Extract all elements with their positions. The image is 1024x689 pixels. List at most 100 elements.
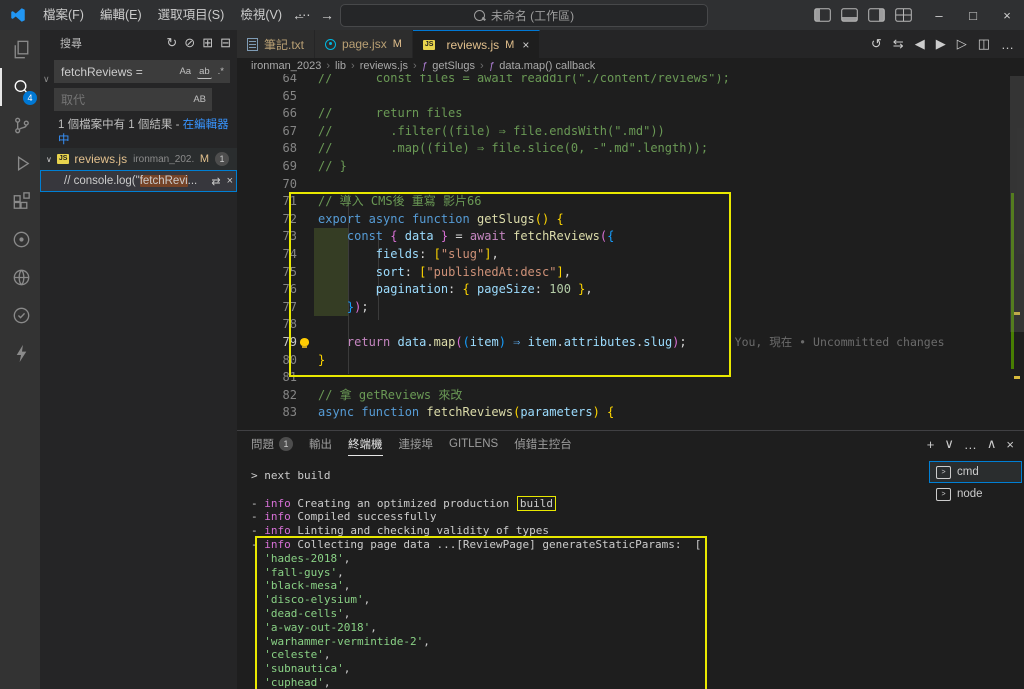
minimize-button[interactable]: – [922, 0, 956, 30]
code-line[interactable]: 76 pagination: { pageSize: 100 }, [237, 281, 1010, 299]
breadcrumb-item[interactable]: getSlugs [432, 60, 475, 72]
toggle-replace-icon[interactable]: ∨ [43, 74, 50, 85]
menu-item[interactable]: 檔案(F) [35, 0, 92, 30]
search-result-file-row[interactable]: ∨ JS reviews.js ironman_202... M 1 [40, 148, 237, 170]
panel-tab-GITLENS[interactable]: GITLENS [449, 432, 498, 456]
code-line[interactable]: 83 async function fetchReviews(parameters… [237, 404, 1010, 422]
history-navigation: ← → [292, 0, 334, 30]
circle-dot-icon[interactable] [0, 220, 40, 258]
menu-item[interactable]: 檢視(V) [232, 0, 290, 30]
panel-more-actions-icon[interactable]: … [964, 437, 977, 452]
globe-icon[interactable] [0, 258, 40, 296]
clear-results-icon[interactable]: ⊘ [184, 35, 195, 51]
back-icon[interactable]: ← [292, 7, 306, 23]
replace-input[interactable] [54, 88, 212, 111]
lightbulb-icon[interactable] [300, 337, 309, 349]
code-line[interactable]: 79 return data.map((item) ⇒ item.attribu… [237, 334, 1010, 352]
code-line[interactable]: 82// 拿 getReviews 來改 [237, 387, 1010, 405]
panel-tab-問題[interactable]: 問題 1 [251, 432, 293, 456]
source-control-icon[interactable] [0, 106, 40, 144]
code-line[interactable]: 72 export async function getSlugs() { [237, 211, 1010, 229]
code-line[interactable]: 64// const files = await readdir("./cont… [237, 74, 1010, 88]
panel-tab-連接埠[interactable]: 連接埠 [399, 432, 434, 456]
toggle-panel-icon[interactable] [841, 8, 858, 22]
breadcrumb-item[interactable]: data.map() callback [499, 60, 595, 72]
code-line[interactable]: 65 [237, 88, 1010, 106]
chevron-down-icon[interactable]: ∨ [46, 155, 52, 164]
new-terminal-icon[interactable]: + [927, 437, 935, 452]
lightning-icon[interactable] [0, 334, 40, 372]
code-line[interactable]: 71// 導入 CMS後 重寫 影片66 [237, 193, 1010, 211]
terminal-list-item-cmd[interactable]: > cmd [929, 461, 1022, 483]
split-editor-icon[interactable]: ◫ [978, 36, 990, 52]
next-change-icon[interactable]: ▶ [936, 36, 946, 52]
breadcrumb-item[interactable]: ironman_2023 [251, 60, 321, 72]
terminal-line: 'cuphead', [264, 675, 331, 689]
customize-layout-icon[interactable] [895, 8, 912, 22]
panel-tab-偵錯主控台[interactable]: 偵錯主控台 [514, 432, 572, 456]
close-button[interactable]: × [990, 0, 1024, 30]
code-line[interactable]: 75 sort: ["publishedAt:desc"], [237, 264, 1010, 282]
scrollbar-thumb[interactable] [1010, 76, 1024, 332]
bottom-panel: 問題 1 輸出 終端機 連接埠 GITLENS 偵錯主控台 + ∨ … ∧ × > next bui… [237, 430, 1024, 689]
code-line[interactable]: 74 fields: ["slug"], [237, 246, 1010, 264]
code-line[interactable]: 73 const { data } = await fetchReviews({ [237, 228, 1010, 246]
search-match-row[interactable]: // console.log(" fetchRevi... ⇄ × [40, 170, 237, 192]
breadcrumb-item[interactable]: reviews.js [360, 60, 408, 72]
menu-item[interactable]: 編輯(E) [92, 0, 150, 30]
close-icon[interactable]: × [522, 38, 529, 52]
refresh-icon[interactable]: ↻ [166, 35, 177, 51]
forward-icon[interactable]: → [320, 7, 334, 23]
terminal[interactable]: > next build - info Creating an optimize… [237, 457, 927, 689]
panel-header: 問題 1 輸出 終端機 連接埠 GITLENS 偵錯主控台 + ∨ … ∧ × [237, 431, 1024, 457]
panel-tab-終端機[interactable]: 終端機 [348, 432, 383, 456]
code-line[interactable]: 67// .filter((file) ⇒ file.endsWith(".md… [237, 123, 1010, 141]
tab-page.jsx[interactable]: page.jsx M [315, 30, 413, 58]
activity-bar: 4 [0, 30, 40, 689]
code-line[interactable]: 80} [237, 352, 1010, 370]
dismiss-match-icon[interactable]: × [227, 175, 233, 188]
regex-icon[interactable]: .* [216, 65, 226, 78]
close-panel-icon[interactable]: × [1006, 437, 1014, 452]
timeline-icon[interactable]: ↺ [871, 36, 882, 52]
collapse-results-icon[interactable]: ⊟ [220, 35, 231, 51]
search-activity-icon[interactable]: 4 [0, 68, 40, 106]
preserve-case-icon[interactable]: AB [191, 93, 208, 106]
check-circle-icon[interactable] [0, 296, 40, 334]
explorer-icon[interactable] [0, 30, 40, 68]
code-line[interactable]: 66// return files [237, 105, 1010, 123]
previous-change-icon[interactable]: ◀ [915, 36, 925, 52]
terminal-line: 'black-mesa', [264, 579, 351, 593]
maximize-button[interactable]: □ [956, 0, 990, 30]
open-search-editor-icon[interactable]: ⊞ [202, 35, 213, 51]
terminal-list-item-node[interactable]: > node [929, 483, 1022, 505]
code-line[interactable]: 70 [237, 176, 1010, 194]
compare-changes-icon[interactable]: ⇆ [893, 36, 904, 52]
whole-word-icon[interactable]: ab [197, 65, 212, 79]
extensions-icon[interactable] [0, 182, 40, 220]
tab-筆記.txt[interactable]: 筆記.txt [237, 30, 316, 58]
code-line[interactable]: 81 [237, 369, 1010, 387]
tab-reviews.js[interactable]: JS reviews.js M × [412, 30, 541, 58]
code-line[interactable]: 69// } [237, 158, 1010, 176]
more-actions-icon[interactable]: … [1001, 37, 1014, 52]
terminal-label: node [957, 488, 983, 500]
menu-item[interactable]: 選取項目(S) [150, 0, 233, 30]
code-line[interactable]: 68// .map((file) ⇒ file.slice(0, -".md".… [237, 140, 1010, 158]
maximize-panel-icon[interactable]: ∧ [987, 436, 997, 452]
panel-tab-輸出[interactable]: 輸出 [309, 432, 332, 456]
terminal-profile-dropdown-icon[interactable]: ∨ [944, 436, 954, 452]
breadcrumb-item[interactable]: lib [335, 60, 346, 72]
command-center-search[interactable]: 未命名 (工作區) [340, 4, 708, 27]
code-line[interactable]: 78 [237, 316, 1010, 334]
toggle-sidebar-icon[interactable] [814, 8, 831, 22]
code-line[interactable]: 77 }); [237, 299, 1010, 317]
code-editor[interactable]: 64// const files = await readdir("./cont… [237, 74, 1024, 430]
run-debug-icon[interactable] [0, 144, 40, 182]
match-case-icon[interactable]: Aa [177, 65, 193, 78]
toggle-secondary-sidebar-icon[interactable] [868, 8, 885, 22]
sidebar-title: 搜尋 [60, 38, 82, 50]
panel-tab-label: 問題 [251, 439, 274, 451]
run-file-icon[interactable]: ▷ [957, 36, 967, 52]
replace-match-icon[interactable]: ⇄ [211, 175, 220, 188]
